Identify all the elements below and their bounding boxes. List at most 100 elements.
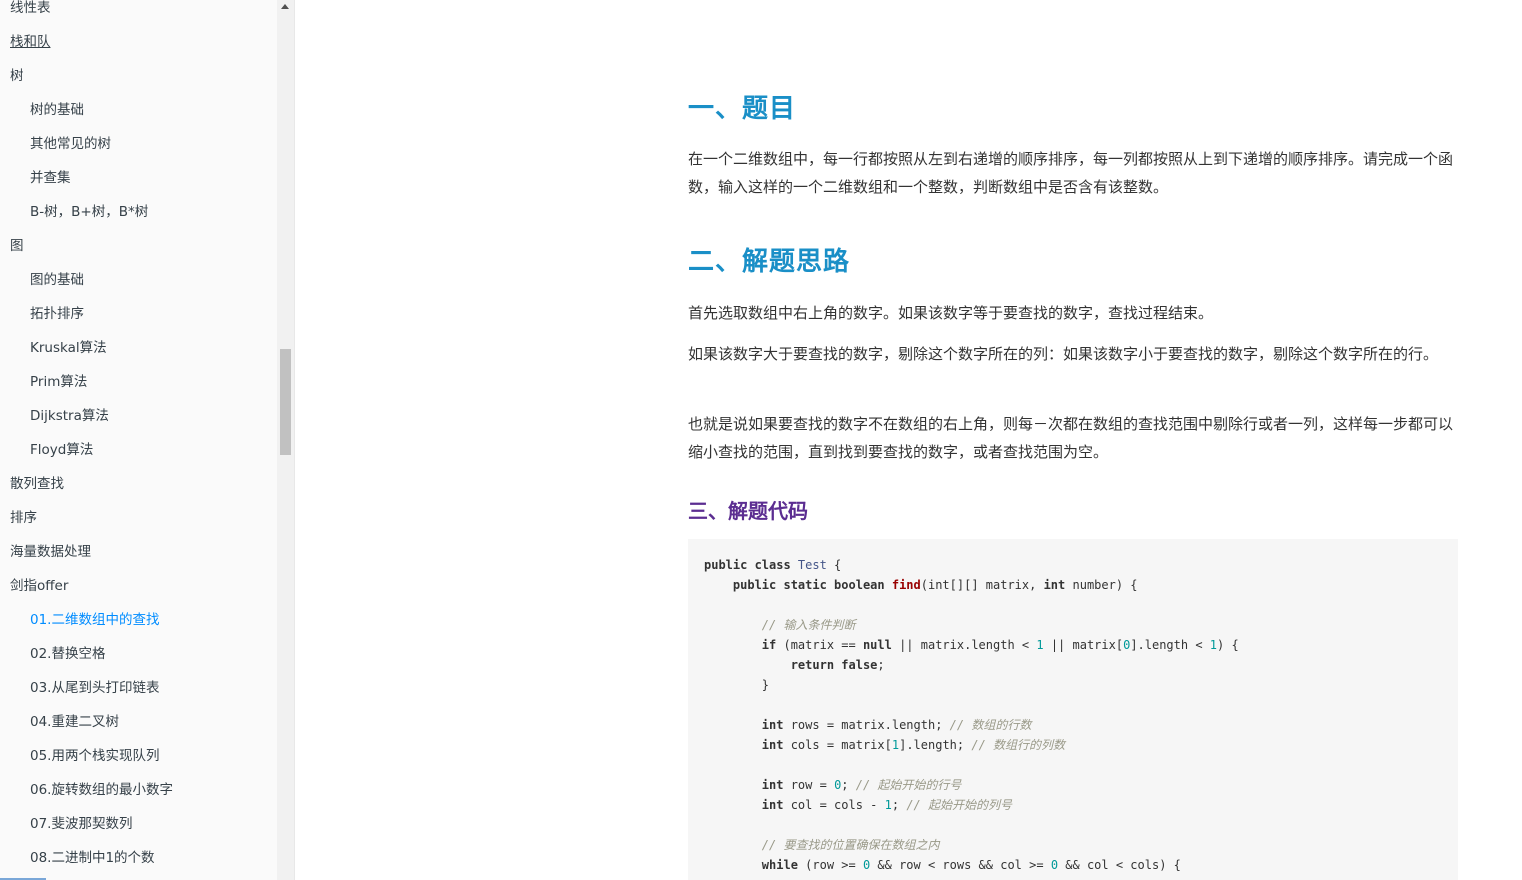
sidebar-item[interactable]: 排序 [0,501,37,535]
sidebar-item-label: 06.旋转数组的最小数字 [30,782,173,798]
sidebar-item[interactable]: 线性表 [0,0,51,25]
sidebar-item[interactable]: 散列查找 [0,467,64,501]
code-token: 0 [1050,858,1059,872]
code-token: return false [704,658,878,672]
code-text: public class Test { public static boolea… [688,539,1458,875]
sidebar-item[interactable]: 06.旋转数组的最小数字 [0,773,173,807]
sidebar-item[interactable]: 01.二维数组中的查找 [0,603,159,637]
code-line: // 要查找的位置确保在数组之内 [704,835,1442,855]
code-token: ].length < [1130,638,1210,652]
sidebar-item[interactable]: 05.用两个栈实现队列 [0,739,159,773]
code-token: && col < cols) { [1058,858,1181,872]
code-token: // 数组行的列数 [971,738,1066,752]
code-line: } [704,675,1442,695]
code-token: 1 [1209,638,1218,652]
code-token: || matrix[ [1043,638,1124,652]
code-token: cols = matrix[ [783,738,892,752]
code-line: int rows = matrix.length; // 数组的行数 [704,715,1442,735]
sidebar-item-label: 04.重建二叉树 [30,714,119,730]
code-token: row = [783,778,835,792]
code-line: while (row >= 0 && row < rows && col >= … [704,855,1442,875]
sidebar-item[interactable]: 04.重建二叉树 [0,705,119,739]
sidebar-item[interactable]: Kruskal算法 [0,331,107,365]
sidebar-item-label: Floyd算法 [30,442,94,458]
scroll-thumb[interactable] [280,349,291,455]
code-token: // 起始开始的行号 [855,778,962,792]
code-token: int [704,718,784,732]
sidebar-item-label: 02.替换空格 [30,646,106,662]
code-token: // 起始开始的列号 [906,798,1013,812]
sidebar-item[interactable]: 并查集 [0,161,71,195]
sidebar-item-label: Kruskal算法 [30,340,107,356]
sidebar-item[interactable]: 03.从尾到头打印链表 [0,671,159,705]
code-token: int [704,778,784,792]
sidebar-item-label: B-树，B+树，B*树 [30,204,149,220]
section-title-code: 三、解题代码 [688,499,808,523]
sidebar-item[interactable]: 图的基础 [0,263,84,297]
sidebar-scrollbar[interactable] [277,0,294,880]
code-token: 1 [1036,638,1044,652]
sidebar-item-label: Prim算法 [30,374,88,390]
sidebar-item[interactable]: 栈和队 [0,25,51,59]
sidebar-item[interactable]: 剑指offer [0,569,68,603]
code-token: ].length; [899,738,972,752]
sidebar-item-label: 线性表 [10,0,51,16]
section-title-problem: 一、题目 [688,94,797,124]
code-line: if (matrix == null || matrix.length < 1 … [704,635,1442,655]
code-token: find [891,578,921,592]
section-title-approach: 二、解题思路 [688,247,851,277]
code-token: int [704,738,784,752]
sidebar-item[interactable]: 其他常见的树 [0,127,111,161]
code-token: public static boolean [704,578,892,592]
code-token: ) { [1217,638,1239,652]
sidebar-nav: 线性表栈和队树树的基础其他常见的树并查集 B-树，B+树，B*树图图的基础拓扑排序… [0,0,277,880]
sidebar-item-label: 05.用两个栈实现队列 [30,748,160,764]
sidebar-item[interactable]: 拓扑排序 [0,297,84,331]
code-token: col = cols - [783,798,885,812]
code-token: && row < rows && col >= [870,858,1051,872]
sidebar-item[interactable]: Dijkstra算法 [0,399,109,433]
code-token: (int[][] matrix, [920,578,1044,592]
sidebar-item[interactable]: 树的基础 [0,93,84,127]
sidebar-item[interactable]: 海量数据处理 [0,535,91,569]
code-token: || matrix.length < [891,638,1037,652]
sidebar-item[interactable]: Floyd算法 [0,433,93,467]
code-token: Test [797,558,827,572]
sidebar-item[interactable]: 图 [0,229,24,263]
code-token: if [704,638,777,652]
sidebar-item[interactable]: Prim算法 [0,365,87,399]
sidebar-item[interactable]: 08.二进制中1的个数 [0,841,155,875]
sidebar-item-label: 图的基础 [30,272,84,288]
code-block[interactable]: public class Test { public static boolea… [688,539,1458,880]
sidebar-divider [294,0,295,880]
approach-paragraph-2: 如果该数字大于要查找的数字，剔除这个数字所在的列：如果该数字小于要查找的数字，剔… [688,345,1439,363]
code-token: { [826,558,842,572]
sidebar-item-label: 树的基础 [30,102,84,118]
code-line: int cols = matrix[1].length; // 数组行的列数 [704,735,1442,755]
sidebar-item[interactable]: 树 [0,59,24,93]
sidebar-item-label: 01.二维数组中的查找 [30,612,160,628]
sidebar-item[interactable]: 07.斐波那契数列 [0,807,132,841]
scroll-up-arrow-icon[interactable] [281,4,289,9]
code-token: 1 [891,738,900,752]
code-token: ; [877,658,885,672]
code-token: (matrix == [776,638,863,652]
code-token: public class [704,558,798,572]
code-token: null [862,638,892,652]
code-line: return false; [704,655,1442,675]
sidebar-item-label: 03.从尾到头打印链表 [30,680,160,696]
code-token: // 要查找的位置确保在数组之内 [704,838,940,852]
sidebar-item-label: Dijkstra算法 [30,408,109,424]
sidebar-item-label: 其他常见的树 [30,136,111,152]
sidebar-item[interactable]: B-树，B+树，B*树 [0,195,148,229]
sidebar-item-label: 海量数据处理 [10,544,91,560]
sidebar-item[interactable]: 02.替换空格 [0,637,105,671]
code-token: // 数组的行数 [949,718,1032,732]
code-token: 1 [884,798,892,812]
sidebar-item-label: 拓扑排序 [30,306,84,322]
sidebar-item-label: 图 [10,238,24,254]
